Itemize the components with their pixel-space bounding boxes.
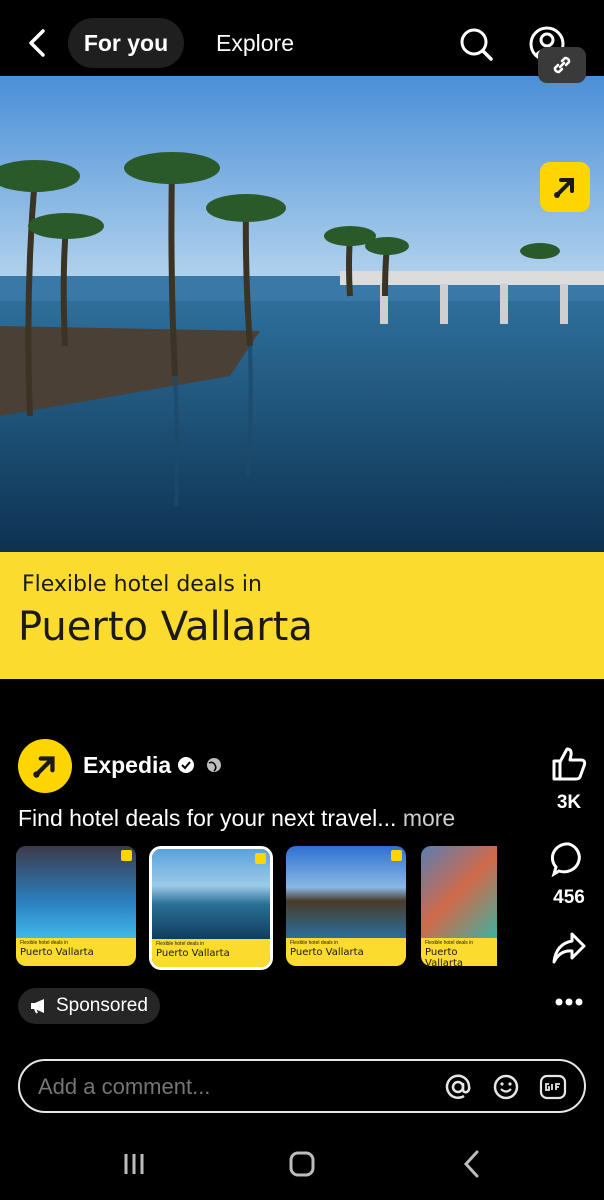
comment-box[interactable] xyxy=(18,1059,586,1113)
globe-icon xyxy=(207,758,221,772)
comment-input[interactable] xyxy=(38,1074,418,1100)
card-subtitle: Flexible hotel deals in xyxy=(20,940,69,946)
search-button[interactable] xyxy=(457,24,495,64)
thumbs-up-icon xyxy=(552,747,587,781)
recent-apps-button[interactable] xyxy=(116,1148,152,1180)
gif-icon[interactable] xyxy=(539,1073,567,1101)
post-caption[interactable]: Find hotel deals for your next travel...… xyxy=(18,805,455,832)
home-button[interactable] xyxy=(284,1148,320,1180)
sponsored-badge[interactable]: Sponsored xyxy=(18,988,160,1024)
card-subtitle: Flexible hotel deals in xyxy=(425,940,474,946)
card-image xyxy=(286,846,406,938)
expedia-logo-icon xyxy=(255,853,266,864)
ad-hero-image[interactable] xyxy=(0,76,604,552)
search-icon xyxy=(460,28,493,61)
comment-count: 456 xyxy=(553,887,585,908)
carousel-card[interactable]: Flexible hotel deals in Puerto Vallarta xyxy=(286,846,406,966)
advertiser-name[interactable]: Expedia xyxy=(83,752,171,779)
emoji-icon[interactable] xyxy=(492,1073,520,1101)
avatar[interactable] xyxy=(18,739,72,793)
system-back-button[interactable] xyxy=(454,1148,490,1180)
card-image xyxy=(152,849,270,941)
comment-icon xyxy=(550,842,581,878)
banner-title: Puerto Vallarta xyxy=(18,604,313,650)
more-dots-icon xyxy=(555,998,583,1006)
expedia-logo-icon xyxy=(33,756,55,778)
card-subtitle: Flexible hotel deals in xyxy=(156,941,205,947)
card-image xyxy=(16,846,136,938)
banner-subtitle: Flexible hotel deals in xyxy=(22,572,262,597)
system-nav-bar xyxy=(0,1130,604,1200)
tab-for-you[interactable]: For you xyxy=(68,18,184,68)
share-arrow-icon xyxy=(552,932,586,964)
like-count: 3K xyxy=(556,792,582,813)
card-subtitle: Flexible hotel deals in xyxy=(290,940,339,946)
carousel-card[interactable]: Flexible hotel deals in Puerto Vallarta xyxy=(16,846,136,966)
link-button[interactable] xyxy=(538,47,586,83)
expedia-logo-icon xyxy=(121,850,132,861)
more-link[interactable]: more xyxy=(403,805,455,831)
sponsored-label: Sponsored xyxy=(56,995,148,1016)
ad-banner[interactable]: Flexible hotel deals in Puerto Vallarta xyxy=(0,552,604,679)
caption-text: Find hotel deals for your next travel... xyxy=(18,805,397,831)
chevron-left-icon xyxy=(29,29,45,57)
recent-apps-icon xyxy=(124,1154,144,1174)
top-nav: For you Explore xyxy=(0,0,604,76)
home-icon xyxy=(289,1151,315,1177)
mention-icon[interactable] xyxy=(444,1073,472,1101)
megaphone-icon xyxy=(31,999,44,1014)
resort-pool-photo xyxy=(0,76,604,552)
expedia-logo-icon xyxy=(540,162,590,212)
chevron-left-icon xyxy=(463,1150,479,1178)
card-title: Puerto Vallarta xyxy=(20,947,94,958)
more-options-button[interactable] xyxy=(540,990,598,1019)
like-button[interactable]: 3K xyxy=(540,745,598,814)
carousel-card-selected[interactable]: Flexible hotel deals in Puerto Vallarta xyxy=(149,846,273,970)
card-title: Puerto Vallarta xyxy=(290,947,364,958)
card-image xyxy=(421,846,497,938)
back-button[interactable] xyxy=(22,25,52,61)
share-button[interactable] xyxy=(540,930,598,971)
verified-icon xyxy=(178,757,194,773)
tab-explore[interactable]: Explore xyxy=(203,18,307,68)
link-icon xyxy=(553,56,571,74)
card-title: Puerto Vallarta xyxy=(156,948,230,959)
expedia-logo-icon xyxy=(391,850,402,861)
comment-button[interactable]: 456 xyxy=(540,840,598,909)
carousel-card-partial[interactable]: Flexible hotel deals in Puerto Vallarta xyxy=(421,846,497,966)
card-title: Puerto Vallarta xyxy=(425,947,464,966)
